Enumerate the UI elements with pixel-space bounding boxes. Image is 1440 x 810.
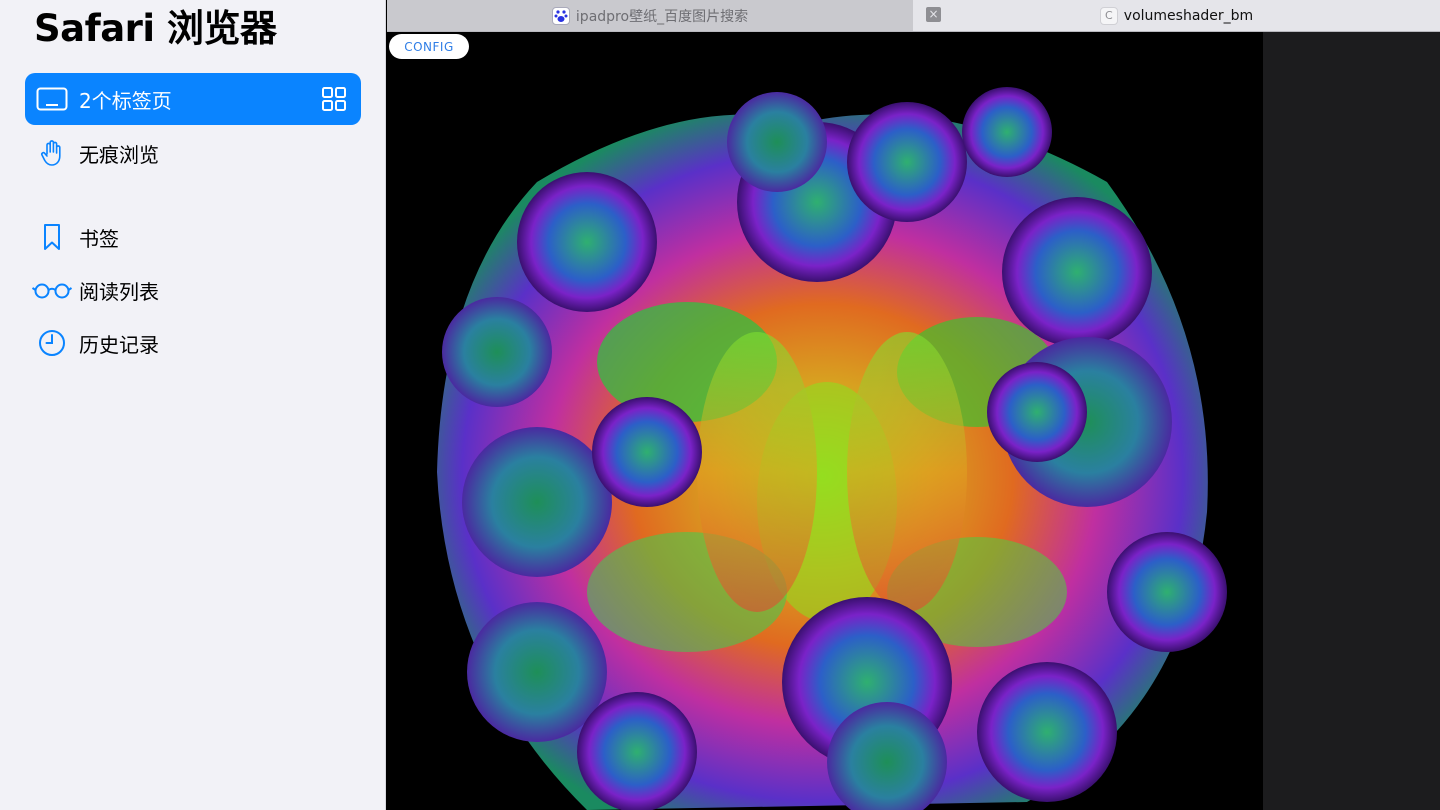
glasses-icon: [25, 264, 79, 316]
config-button[interactable]: CONFIG: [389, 34, 469, 59]
tabs-icon: [25, 73, 79, 125]
baidu-paw-icon: [551, 6, 570, 25]
tab-bar: ipadpro壁纸_百度图片搜索 × C volumeshader_bm: [387, 0, 1440, 32]
sidebar-item-label: 历史记录: [79, 332, 159, 357]
page-blank-area: [1263, 32, 1440, 810]
sidebar-item-label: 无痕浏览: [79, 142, 159, 167]
sidebar-item-reading-list[interactable]: 阅读列表: [25, 264, 361, 316]
clock-icon: [25, 317, 79, 369]
sidebar-title: Safari 浏览器: [34, 7, 277, 50]
sidebar-item-tabs[interactable]: 2个标签页: [25, 73, 361, 125]
sidebar-item-label: 书签: [79, 226, 119, 251]
sidebar-item-history[interactable]: 历史记录: [25, 317, 361, 369]
sidebar-item-bookmarks[interactable]: 书签: [25, 211, 361, 263]
tab-grid-icon[interactable]: [321, 86, 347, 112]
sidebar-item-label: 阅读列表: [79, 279, 159, 304]
tab-title: volumeshader_bm: [1123, 7, 1254, 24]
sidebar-item-label: 2个标签页: [79, 88, 172, 113]
tab-title: ipadpro壁纸_百度图片搜索: [575, 8, 749, 25]
web-content[interactable]: CONFIG: [387, 32, 1440, 810]
safari-window: Safari 浏览器 2个标签页 无痕浏览 书签 阅读列表 历史记录 ipadp…: [0, 0, 1440, 810]
sidebar-item-private[interactable]: 无痕浏览: [25, 127, 361, 179]
tab-baidu[interactable]: ipadpro壁纸_百度图片搜索: [387, 0, 913, 31]
fractal-render-canvas[interactable]: CONFIG: [387, 32, 1263, 810]
mandelbulb-render-image: [387, 32, 1263, 810]
site-letter-icon: C: [1099, 6, 1118, 25]
tab-volumeshader[interactable]: × C volumeshader_bm: [913, 0, 1440, 31]
bookmark-icon: [25, 211, 79, 263]
hand-icon: [25, 127, 79, 179]
close-tab-icon[interactable]: ×: [926, 7, 941, 22]
sidebar: Safari 浏览器 2个标签页 无痕浏览 书签 阅读列表 历史记录: [0, 0, 386, 810]
